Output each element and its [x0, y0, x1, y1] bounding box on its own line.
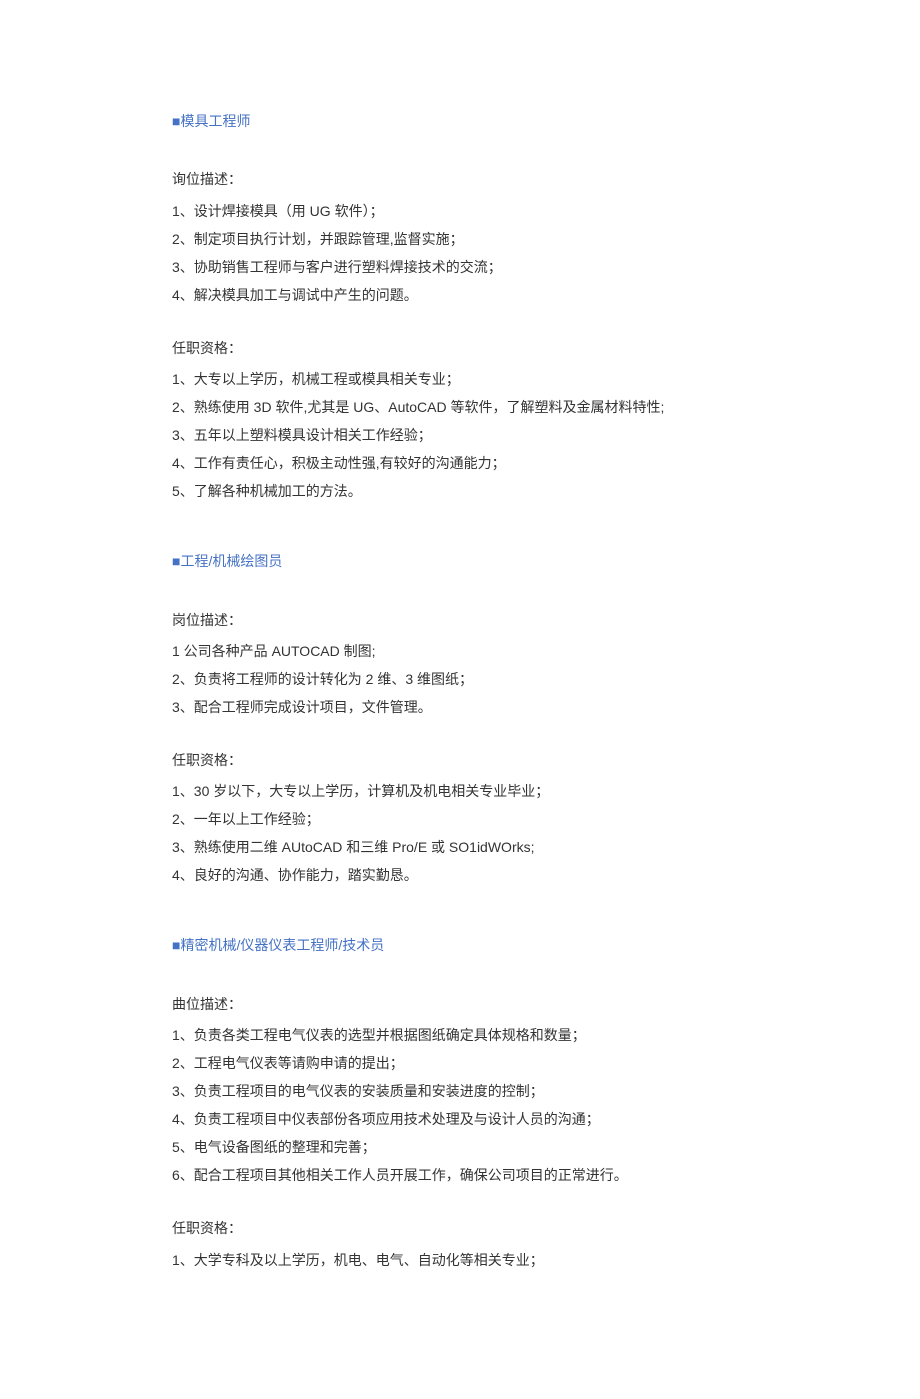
- qualification-list-2: 1、大学专科及以上学历，机电、电气、自动化等相关专业；: [172, 1246, 748, 1274]
- list-item: 3、负责工程项目的电气仪表的安装质量和安装进度的控制；: [172, 1077, 748, 1105]
- job-title-text: 模具工程师: [180, 113, 250, 129]
- list-item: 1、设计焊接模具（用 UG 软件）；: [172, 197, 748, 225]
- description-list-0: 1、设计焊接模具（用 UG 软件）； 2、制定项目执行计划，并跟踪管理,监督实施…: [172, 197, 748, 309]
- list-item: 3、协助销售工程师与客户进行塑料焊接技术的交流；: [172, 253, 748, 281]
- qualification-label-2: 任职资格：: [172, 1217, 748, 1239]
- list-item: 1 公司各种产品 AUTOCAD 制图;: [172, 637, 748, 665]
- list-item: 1、30 岁以下，大专以上学历，计算机及机电相关专业毕业；: [172, 777, 748, 805]
- list-item: 4、解决模具加工与调试中产生的问题。: [172, 281, 748, 309]
- list-item: 3、配合工程师完成设计项目，文件管理。: [172, 693, 748, 721]
- job-title-1: ■工程/机械绘图员: [172, 550, 748, 572]
- list-item: 2、一年以上工作经验；: [172, 805, 748, 833]
- description-label-0: 询位描述：: [172, 168, 748, 190]
- list-item: 4、负责工程项目中仪表部份各项应用技术处理及与设计人员的沟通；: [172, 1105, 748, 1133]
- list-item: 1、大专以上学历，机械工程或模具相关专业；: [172, 365, 748, 393]
- list-item: 6、配合工程项目其他相关工作人员开展工作，确保公司项目的正常进行。: [172, 1161, 748, 1189]
- list-item: 2、熟练使用 3D 软件,尤其是 UG、AutoCAD 等软件，了解塑料及金属材…: [172, 393, 748, 421]
- list-item: 2、制定项目执行计划，并跟踪管理,监督实施；: [172, 225, 748, 253]
- job-section-2: ■精密机械/仪器仪表工程师/技术员 曲位描述： 1、负责各类工程电气仪表的选型并…: [172, 934, 748, 1273]
- description-list-2: 1、负责各类工程电气仪表的选型并根据图纸确定具体规格和数量； 2、工程电气仪表等…: [172, 1021, 748, 1189]
- job-section-1: ■工程/机械绘图员 岗位描述： 1 公司各种产品 AUTOCAD 制图; 2、负…: [172, 550, 748, 889]
- job-title-text: 精密机械/仪器仪表工程师/技术员: [180, 937, 384, 953]
- list-item: 4、工作有责任心，积极主动性强,有较好的沟通能力；: [172, 449, 748, 477]
- qualification-list-0: 1、大专以上学历，机械工程或模具相关专业； 2、熟练使用 3D 软件,尤其是 U…: [172, 365, 748, 505]
- list-item: 3、五年以上塑料模具设计相关工作经验；: [172, 421, 748, 449]
- job-title-0: ■模具工程师: [172, 110, 748, 132]
- qualification-label-1: 任职资格：: [172, 749, 748, 771]
- list-item: 5、电气设备图纸的整理和完善；: [172, 1133, 748, 1161]
- list-item: 2、工程电气仪表等请购申请的提出；: [172, 1049, 748, 1077]
- qualification-list-1: 1、30 岁以下，大专以上学历，计算机及机电相关专业毕业； 2、一年以上工作经验…: [172, 777, 748, 889]
- list-item: 1、负责各类工程电气仪表的选型并根据图纸确定具体规格和数量；: [172, 1021, 748, 1049]
- description-list-1: 1 公司各种产品 AUTOCAD 制图; 2、负责将工程师的设计转化为 2 维、…: [172, 637, 748, 721]
- description-label-1: 岗位描述：: [172, 609, 748, 631]
- list-item: 3、熟练使用二维 AUtoCAD 和三维 Pro/E 或 SO1idWOrks;: [172, 833, 748, 861]
- list-item: 4、良好的沟通、协作能力，踏实勤恳。: [172, 861, 748, 889]
- list-item: 5、了解各种机械加工的方法。: [172, 477, 748, 505]
- job-section-0: ■模具工程师 询位描述： 1、设计焊接模具（用 UG 软件）； 2、制定项目执行…: [172, 110, 748, 505]
- description-label-2: 曲位描述：: [172, 993, 748, 1015]
- qualification-label-0: 任职资格：: [172, 337, 748, 359]
- job-title-2: ■精密机械/仪器仪表工程师/技术员: [172, 934, 748, 956]
- list-item: 1、大学专科及以上学历，机电、电气、自动化等相关专业；: [172, 1246, 748, 1274]
- job-title-text: 工程/机械绘图员: [180, 553, 282, 569]
- list-item: 2、负责将工程师的设计转化为 2 维、3 维图纸；: [172, 665, 748, 693]
